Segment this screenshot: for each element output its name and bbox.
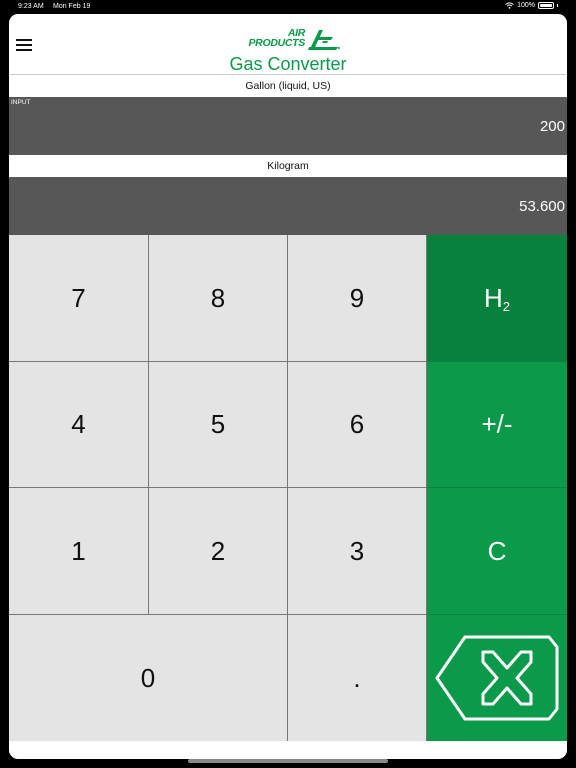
air-products-logo: AIR PRODUCTS (229, 28, 355, 54)
home-indicator (188, 759, 388, 763)
key-4[interactable]: 4 (9, 362, 149, 488)
input-unit-selector[interactable]: Gallon (liquid, US) (9, 75, 567, 97)
gas-select-button[interactable]: H2 (427, 235, 567, 362)
input-caption: INPUT (11, 99, 31, 106)
gas-label: H2 (484, 283, 510, 314)
battery-percent: 100% (517, 2, 535, 9)
hamburger-icon-line (16, 44, 32, 46)
key-8[interactable]: 8 (149, 235, 288, 362)
input-value: 200 (539, 118, 565, 135)
key-9[interactable]: 9 (288, 235, 427, 362)
page-title: Gas Converter (229, 54, 347, 74)
backspace-x-icon (435, 635, 559, 721)
sign-toggle-button[interactable]: +/- (427, 362, 567, 488)
output-value: 53.600 (519, 198, 565, 215)
clear-button[interactable]: C (427, 488, 567, 615)
key-5[interactable]: 5 (149, 362, 288, 488)
output-unit-selector[interactable]: Kilogram (9, 155, 567, 177)
app-window: AIR PRODUCTS Gas Converter Gallon (liqui… (9, 14, 567, 759)
key-7[interactable]: 7 (9, 235, 149, 362)
battery-icon (538, 2, 554, 9)
gas-subscript: 2 (502, 298, 510, 314)
gas-symbol: H (483, 282, 503, 313)
key-2[interactable]: 2 (149, 488, 288, 615)
wifi-icon (505, 2, 514, 9)
logo-line-products: PRODUCTS (248, 37, 305, 49)
key-0[interactable]: 0 (9, 615, 288, 741)
hamburger-menu-button[interactable] (16, 39, 32, 51)
key-3[interactable]: 3 (288, 488, 427, 615)
key-6[interactable]: 6 (288, 362, 427, 488)
hamburger-icon (16, 39, 32, 41)
header: AIR PRODUCTS Gas Converter (9, 14, 567, 75)
key-decimal[interactable]: . (288, 615, 427, 741)
battery-nub (557, 4, 558, 7)
input-display: INPUT 200 (9, 97, 567, 155)
keypad: 7 8 9 H2 4 5 6 +/- 1 2 3 C 0 . (9, 235, 567, 741)
status-time: 9:23 AM (18, 3, 44, 10)
status-date: Mon Feb 19 (53, 3, 91, 10)
output-display: 53.600 (9, 177, 567, 235)
logo-wordmark: AIR PRODUCTS (229, 28, 305, 49)
status-right: 100% (505, 2, 558, 9)
hamburger-icon-line (16, 49, 32, 51)
status-bar: 9:23 AM Mon Feb 19 100% (0, 0, 576, 14)
backspace-button[interactable] (427, 615, 567, 741)
key-1[interactable]: 1 (9, 488, 149, 615)
logo-mark-icon (308, 30, 340, 50)
